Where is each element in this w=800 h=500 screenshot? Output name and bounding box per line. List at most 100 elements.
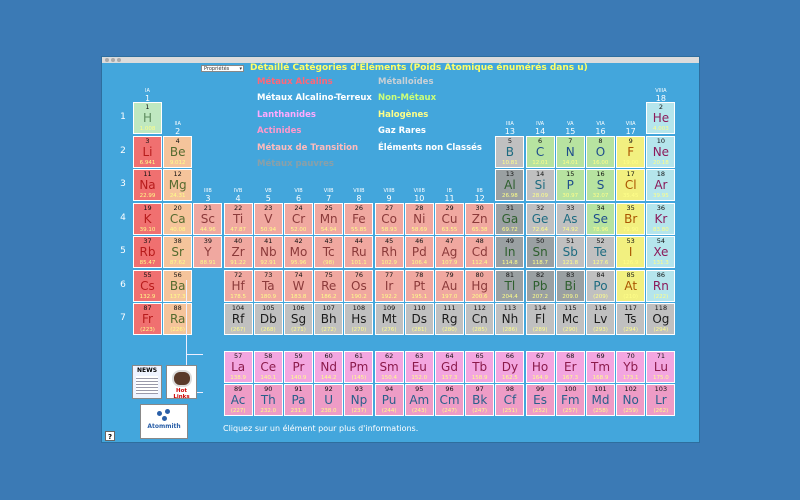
element-cell-mo[interactable]: 42 Mo 95.96 [284, 236, 313, 268]
element-cell-yb[interactable]: 70 Yb 173.1 [616, 351, 646, 383]
element-cell-po[interactable]: 84 Po (209) [586, 269, 615, 302]
element-cell-sb[interactable]: 51 Sb 121.8 [555, 236, 585, 268]
element-cell-ru[interactable]: 44 Ru 101.1 [344, 236, 374, 268]
element-cell-ne[interactable]: 10 Ne 20.18 [646, 135, 676, 168]
element-cell-ho[interactable]: 67 Ho 164.9 [525, 351, 555, 383]
element-cell-dy[interactable]: 66 Dy 162.5 [495, 351, 525, 383]
element-cell-ag[interactable]: 47 Ag 107.9 [435, 236, 464, 268]
element-cell-ta[interactable]: 73 Ta 180.9 [253, 269, 283, 302]
hot-links-icon[interactable]: Hot Links [166, 365, 197, 400]
element-cell-lr[interactable]: 103 Lr (262) [646, 384, 676, 416]
element-cell-li[interactable]: 3 Li 6.941 [133, 135, 162, 168]
element-cell-ds[interactable]: 110 Ds (281) [404, 303, 434, 335]
element-cell-pt[interactable]: 78 Pt 195.1 [404, 269, 434, 302]
element-cell-ni[interactable]: 28 Ni 58.69 [404, 202, 434, 235]
element-cell-kr[interactable]: 36 Kr 83.80 [646, 202, 676, 235]
element-cell-ce[interactable]: 58 Ce 140.1 [253, 351, 283, 383]
element-cell-pu[interactable]: 94 Pu (244) [374, 384, 404, 416]
element-cell-hf[interactable]: 72 Hf 178.5 [223, 269, 253, 302]
element-cell-bi[interactable]: 83 Bi 209.0 [555, 269, 585, 302]
element-cell-rb[interactable]: 37 Rb 85.47 [133, 236, 162, 268]
element-cell-s[interactable]: 16 S 32.07 [586, 169, 615, 201]
element-cell-c[interactable]: 6 C 12.01 [525, 135, 555, 168]
element-cell-pd[interactable]: 46 Pd 106.4 [404, 236, 434, 268]
element-cell-os[interactable]: 76 Os 190.2 [344, 269, 374, 302]
element-cell-h[interactable]: 1 H 1.008 [133, 102, 162, 134]
element-cell-ts[interactable]: 117 Ts (294) [616, 303, 646, 335]
element-cell-nh[interactable]: 113 Nh (286) [495, 303, 525, 335]
element-cell-db[interactable]: 105 Db (268) [253, 303, 283, 335]
element-cell-la[interactable]: 57 La 138.9 [223, 351, 253, 383]
element-cell-tc[interactable]: 43 Tc (98) [314, 236, 344, 268]
help-button[interactable]: ? [105, 431, 115, 441]
element-cell-no[interactable]: 102 No (259) [616, 384, 646, 416]
element-cell-hs[interactable]: 108 Hs (270) [344, 303, 374, 335]
element-cell-y[interactable]: 39 Y 88.91 [193, 236, 223, 268]
element-cell-cf[interactable]: 98 Cf (251) [495, 384, 525, 416]
element-cell-na[interactable]: 11 Na 22.99 [133, 169, 162, 201]
element-cell-pr[interactable]: 59 Pr 140.9 [284, 351, 313, 383]
element-cell-rf[interactable]: 104 Rf (267) [223, 303, 253, 335]
element-cell-bk[interactable]: 97 Bk (247) [465, 384, 495, 416]
element-cell-og[interactable]: 118 Og (294) [646, 303, 676, 335]
element-cell-sg[interactable]: 106 Sg (271) [284, 303, 313, 335]
element-cell-cu[interactable]: 29 Cu 63.55 [435, 202, 464, 235]
element-cell-o[interactable]: 8 O 16.00 [586, 135, 615, 168]
element-cell-re[interactable]: 75 Re 186.2 [314, 269, 344, 302]
element-cell-as[interactable]: 33 As 74.92 [555, 202, 585, 235]
element-cell-bh[interactable]: 107 Bh (272) [314, 303, 344, 335]
element-cell-n[interactable]: 7 N 14.01 [555, 135, 585, 168]
element-cell-xe[interactable]: 54 Xe 131.3 [646, 236, 676, 268]
element-cell-hg[interactable]: 80 Hg 200.6 [465, 269, 495, 302]
element-cell-cr[interactable]: 24 Cr 52.00 [284, 202, 313, 235]
element-cell-k[interactable]: 19 K 39.10 [133, 202, 162, 235]
element-cell-pb[interactable]: 82 Pb 207.2 [525, 269, 555, 302]
close-window-button[interactable] [105, 58, 109, 62]
element-cell-ar[interactable]: 18 Ar 39.95 [646, 169, 676, 201]
element-cell-nb[interactable]: 41 Nb 92.91 [253, 236, 283, 268]
element-cell-lv[interactable]: 116 Lv (293) [586, 303, 615, 335]
element-cell-pa[interactable]: 91 Pa 231.0 [284, 384, 313, 416]
element-cell-i[interactable]: 53 I 126.9 [616, 236, 646, 268]
element-cell-sn[interactable]: 50 Sn 118.7 [525, 236, 555, 268]
element-cell-ca[interactable]: 20 Ca 40.08 [163, 202, 193, 235]
element-cell-nd[interactable]: 60 Nd 144.2 [314, 351, 344, 383]
element-cell-sr[interactable]: 38 Sr 87.62 [163, 236, 193, 268]
element-cell-gd[interactable]: 64 Gd 157.3 [435, 351, 464, 383]
element-cell-al[interactable]: 13 Al 26.98 [495, 169, 525, 201]
element-cell-am[interactable]: 95 Am (243) [404, 384, 434, 416]
element-cell-rn[interactable]: 86 Rn (222) [646, 269, 676, 302]
element-cell-rh[interactable]: 45 Rh 102.9 [374, 236, 404, 268]
element-cell-sc[interactable]: 21 Sc 44.96 [193, 202, 223, 235]
element-cell-sm[interactable]: 62 Sm 150.4 [374, 351, 404, 383]
view-select[interactable]: Propriétés ▾ [201, 65, 244, 72]
element-cell-cl[interactable]: 17 Cl 35.45 [616, 169, 646, 201]
element-cell-u[interactable]: 92 U 238.0 [314, 384, 344, 416]
element-cell-mg[interactable]: 12 Mg 24.31 [163, 169, 193, 201]
element-cell-cd[interactable]: 48 Cd 112.4 [465, 236, 495, 268]
element-cell-cs[interactable]: 55 Cs 132.9 [133, 269, 162, 302]
zoom-window-button[interactable] [117, 58, 121, 62]
element-cell-pm[interactable]: 61 Pm (145) [344, 351, 374, 383]
element-cell-th[interactable]: 90 Th 232.0 [253, 384, 283, 416]
element-cell-fl[interactable]: 114 Fl (289) [525, 303, 555, 335]
element-cell-w[interactable]: 74 W 183.8 [284, 269, 313, 302]
element-cell-er[interactable]: 68 Er 167.3 [555, 351, 585, 383]
element-cell-se[interactable]: 34 Se 78.96 [586, 202, 615, 235]
element-cell-es[interactable]: 99 Es (252) [525, 384, 555, 416]
element-cell-au[interactable]: 79 Au 197.0 [435, 269, 464, 302]
element-cell-he[interactable]: 2 He 4.003 [646, 102, 676, 134]
element-cell-zn[interactable]: 30 Zn 65.38 [465, 202, 495, 235]
element-cell-v[interactable]: 23 V 50.94 [253, 202, 283, 235]
element-cell-ir[interactable]: 77 Ir 192.2 [374, 269, 404, 302]
element-cell-cm[interactable]: 96 Cm (247) [435, 384, 464, 416]
element-cell-ac[interactable]: 89 Ac (227) [223, 384, 253, 416]
element-cell-si[interactable]: 14 Si 28.09 [525, 169, 555, 201]
element-cell-lu[interactable]: 71 Lu 175.0 [646, 351, 676, 383]
element-cell-tm[interactable]: 69 Tm 168.9 [586, 351, 615, 383]
atommith-logo-icon[interactable]: Atommith [140, 404, 188, 439]
element-cell-at[interactable]: 85 At (210) [616, 269, 646, 302]
element-cell-cn[interactable]: 112 Cn (285) [465, 303, 495, 335]
element-cell-tl[interactable]: 81 Tl 204.4 [495, 269, 525, 302]
element-cell-tb[interactable]: 65 Tb 158.9 [465, 351, 495, 383]
